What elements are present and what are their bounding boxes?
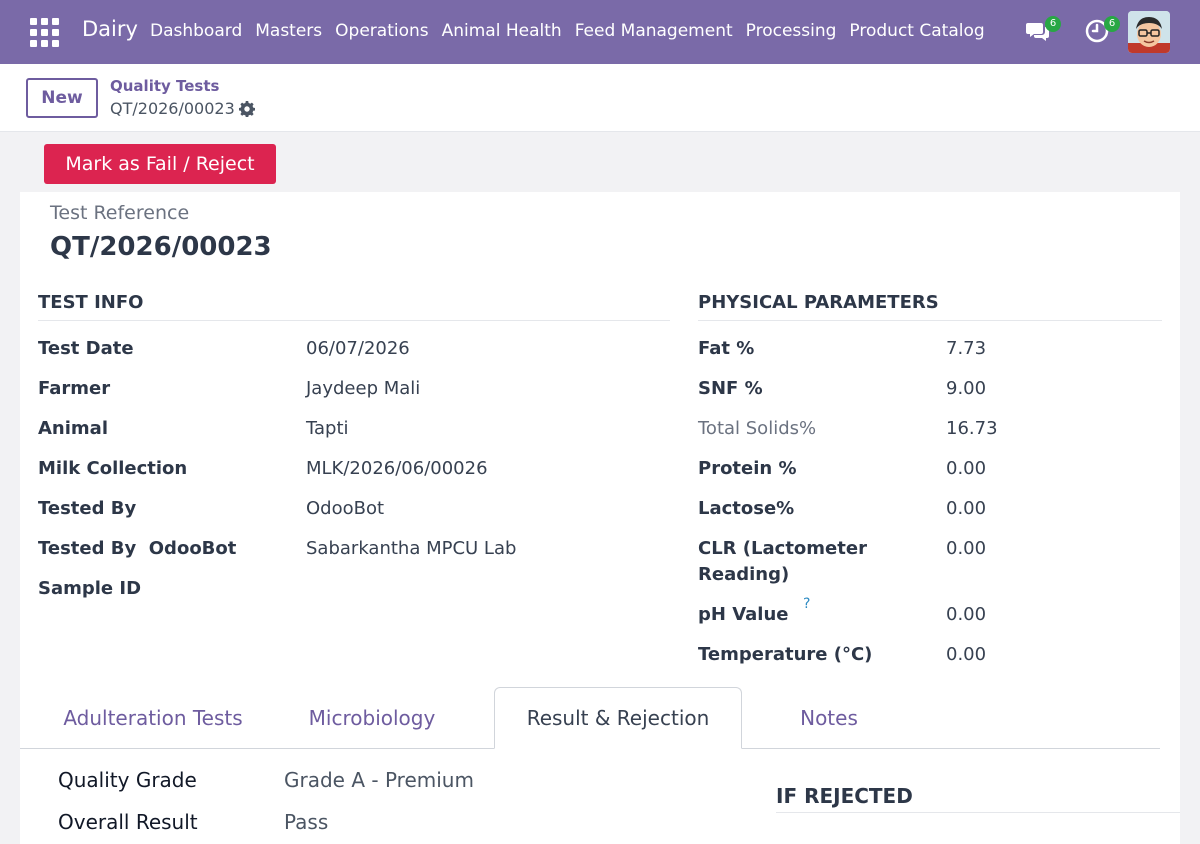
menu-item-operations[interactable]: Operations [335, 21, 428, 41]
messages-button[interactable]: 6 [1025, 16, 1061, 48]
if-rejected-divider [776, 812, 1180, 813]
user-avatar[interactable] [1128, 11, 1170, 53]
avatar-face-icon [1128, 11, 1170, 53]
activities-badge: 6 [1104, 16, 1120, 32]
total-solids-label: Total Solids% [698, 418, 817, 439]
test-date-label: Test Date [38, 338, 134, 359]
menu-item-processing[interactable]: Processing [746, 21, 837, 41]
mark-fail-reject-button[interactable]: Mark as Fail / Reject [44, 144, 276, 184]
app-brand[interactable]: Dairy [82, 17, 138, 41]
menu-item-masters[interactable]: Masters [255, 21, 322, 41]
form-sheet: Test Reference QT/2026/00023 TEST INFO T… [20, 192, 1180, 844]
snf-value[interactable]: 9.00 [946, 376, 986, 402]
fat-value[interactable]: 7.73 [946, 336, 986, 362]
clr-value[interactable]: 0.00 [946, 536, 986, 562]
activities-button[interactable]: 6 [1084, 16, 1120, 48]
quality-grade-label: Quality Grade [58, 768, 197, 792]
control-panel: New Quality Tests QT/2026/00023 [0, 64, 1200, 132]
ph-help-icon[interactable]: ? [803, 596, 810, 612]
test-date-value[interactable]: 06/07/2026 [306, 336, 410, 362]
physical-parameters-divider [698, 320, 1162, 321]
lab-value[interactable]: Sabarkantha MPCU Lab [306, 536, 516, 562]
quality-grade-value[interactable]: Grade A - Premium [284, 768, 474, 792]
menu-item-animal-health[interactable]: Animal Health [442, 21, 562, 41]
ph-value-label: pH Value [698, 604, 789, 625]
menu-item-feed-management[interactable]: Feed Management [575, 21, 733, 41]
milk-collection-label: Milk Collection [38, 458, 188, 479]
clr-label: CLR (Lactometer Reading) [698, 538, 867, 585]
overall-result-value[interactable]: Pass [284, 810, 328, 834]
tab-microbiology[interactable]: Microbiology [282, 687, 462, 749]
overall-result-label: Overall Result [58, 810, 198, 834]
temperature-label: Temperature (°C) [698, 644, 873, 665]
tested-by-lab-label: Tested By OdooBot [38, 538, 237, 559]
tested-by-value[interactable]: OdooBot [306, 496, 384, 522]
menu-item-product-catalog[interactable]: Product Catalog [849, 21, 984, 41]
farmer-value[interactable]: Jaydeep Mali [306, 376, 420, 402]
sample-id-label: Sample ID [38, 578, 142, 599]
snf-label: SNF % [698, 378, 763, 399]
physical-parameters-title: PHYSICAL PARAMETERS [698, 292, 939, 313]
tab-result-rejection[interactable]: Result & Rejection [494, 687, 742, 749]
total-solids-value: 16.73 [946, 418, 998, 439]
breadcrumb-current: QT/2026/00023 [110, 99, 235, 118]
new-button[interactable]: New [26, 78, 98, 118]
protein-value[interactable]: 0.00 [946, 456, 986, 482]
animal-value[interactable]: Tapti [306, 416, 349, 442]
test-reference-label: Test Reference [50, 202, 190, 224]
tab-notes[interactable]: Notes [780, 687, 878, 749]
ph-value[interactable]: 0.00 [946, 602, 986, 628]
fat-label: Fat % [698, 338, 755, 359]
tested-by-label: Tested By [38, 498, 137, 519]
lactose-value[interactable]: 0.00 [946, 496, 986, 522]
farmer-label: Farmer [38, 378, 111, 399]
apps-menu-icon[interactable] [28, 16, 60, 48]
temperature-value[interactable]: 0.00 [946, 642, 986, 668]
if-rejected-title: IF REJECTED [776, 784, 913, 808]
milk-collection-value[interactable]: MLK/2026/06/00026 [306, 456, 488, 482]
gear-icon[interactable] [239, 101, 255, 117]
main-menu: Dashboard Masters Operations Animal Heal… [150, 21, 998, 41]
tab-adulteration-tests[interactable]: Adulteration Tests [34, 687, 272, 749]
menu-item-dashboard[interactable]: Dashboard [150, 21, 242, 41]
breadcrumb-parent[interactable]: Quality Tests [110, 77, 219, 95]
test-info-divider [38, 320, 670, 321]
animal-label: Animal [38, 418, 108, 439]
test-reference-value[interactable]: QT/2026/00023 [50, 232, 272, 262]
messages-badge: 6 [1045, 16, 1061, 32]
protein-label: Protein % [698, 458, 797, 479]
top-navbar: Dairy Dashboard Masters Operations Anima… [0, 0, 1200, 64]
lactose-label: Lactose% [698, 498, 795, 519]
test-info-title: TEST INFO [38, 292, 144, 313]
